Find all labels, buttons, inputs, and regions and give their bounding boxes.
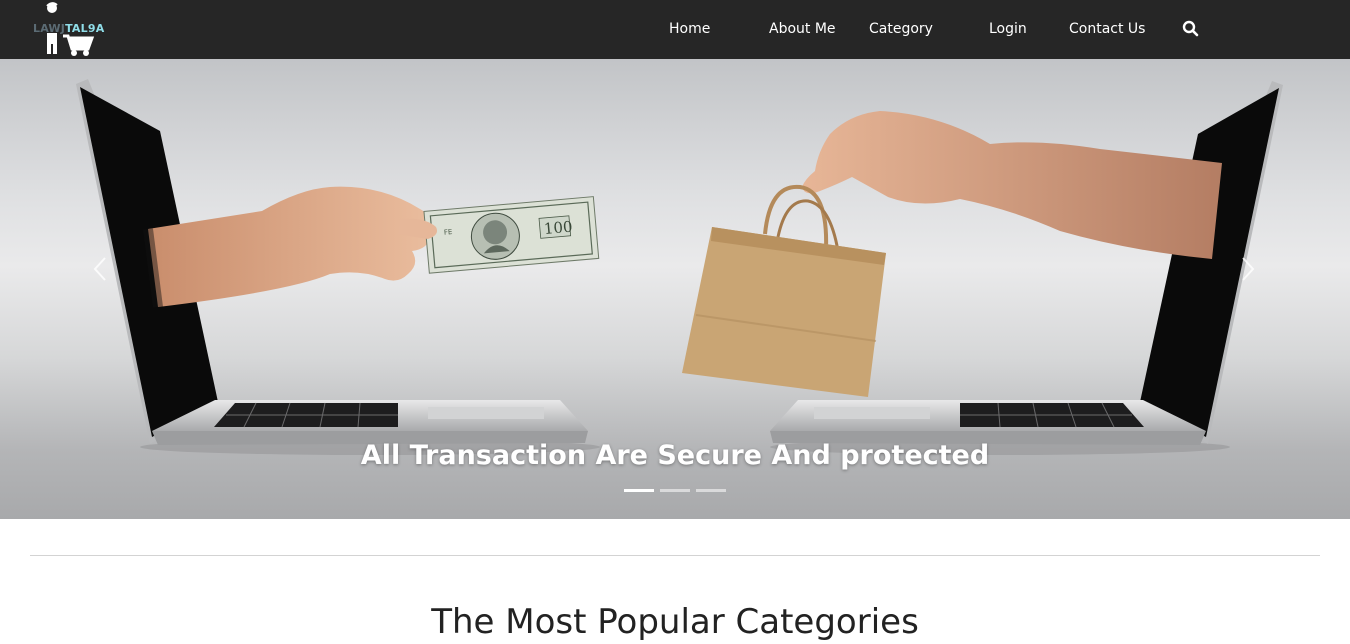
nav-home[interactable]: Home [669, 19, 710, 39]
carousel-indicator-3[interactable] [696, 489, 726, 492]
chevron-right-icon [1242, 257, 1255, 281]
section-title: The Most Popular Categories [431, 602, 919, 642]
logo-text-part1: LAWJ [33, 22, 66, 35]
nav-about[interactable]: About Me [769, 19, 836, 39]
section-divider [30, 555, 1320, 556]
carousel-indicator-1[interactable] [624, 489, 654, 492]
logo-text: LAWJTAL9A [33, 22, 104, 35]
nav-category[interactable]: Category [869, 19, 933, 39]
svg-text:FE: FE [444, 228, 453, 237]
search-icon [1182, 20, 1199, 37]
site-logo[interactable]: LAWJTAL9A [30, 0, 110, 58]
carousel-caption: All Transaction Are Secure And protected [360, 440, 990, 471]
carousel-indicator-2[interactable] [660, 489, 690, 492]
navbar: LAWJTAL9A Home About Me Category Login C… [0, 0, 1350, 59]
search-button[interactable] [1182, 20, 1200, 38]
nav-contact[interactable]: Contact Us [1069, 19, 1145, 39]
svg-text:100: 100 [543, 218, 573, 238]
hero-carousel: 100 FE All Transaction Are Secure And pr… [0, 59, 1350, 519]
carousel-prev-button[interactable] [90, 254, 110, 284]
logo-text-part2: TAL9A [65, 22, 105, 35]
hand-with-shopping-bag [682, 111, 1222, 397]
carousel-next-button[interactable] [1238, 254, 1258, 284]
chevron-left-icon [93, 257, 106, 281]
nav-login[interactable]: Login [989, 19, 1027, 39]
hand-with-money: 100 FE [143, 186, 600, 308]
